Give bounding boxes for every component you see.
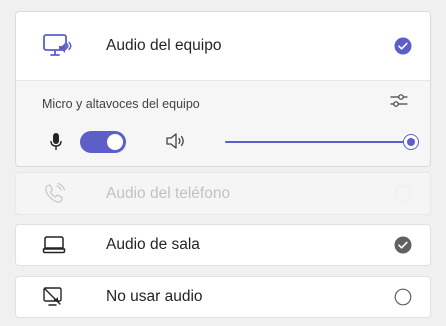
room-audio-option[interactable]: Audio de sala: [15, 224, 431, 266]
slider-thumb[interactable]: [403, 134, 419, 150]
computer-settings-label: Micro y altavoces del equipo: [42, 97, 200, 111]
computer-audio-settings: Micro y altavoces del equipo: [16, 81, 430, 166]
microphone-icon: [50, 132, 62, 157]
phone-audio-label: Audio del teléfono: [106, 184, 231, 202]
speaker-icon: [165, 131, 187, 156]
microphone-toggle[interactable]: [80, 131, 126, 153]
computer-audio-option[interactable]: Audio del equipo: [16, 12, 430, 81]
computer-audio-label: Audio del equipo: [106, 37, 222, 54]
checkmark-filled-icon: [394, 37, 412, 55]
phone-sound-icon: [42, 182, 66, 205]
radio-empty-icon: [394, 288, 412, 306]
no-audio-option[interactable]: No usar audio: [15, 276, 431, 318]
radio-disabled-icon: [394, 185, 412, 202]
monitor-speaker-icon: [42, 33, 72, 59]
device-settings-icon[interactable]: [390, 93, 408, 114]
monitor-muted-icon: [42, 286, 64, 308]
checkmark-gray-icon: [394, 236, 412, 254]
speaker-volume-slider[interactable]: [225, 132, 419, 152]
room-audio-label: Audio de sala: [106, 236, 200, 253]
no-audio-label: No usar audio: [106, 288, 203, 305]
computer-audio-panel: Audio del equipo Micro y altavoces del e…: [15, 11, 431, 167]
toggle-knob: [107, 134, 123, 150]
phone-audio-option: Audio del teléfono: [15, 172, 431, 215]
room-device-icon: [42, 235, 66, 255]
slider-track: [225, 141, 411, 143]
